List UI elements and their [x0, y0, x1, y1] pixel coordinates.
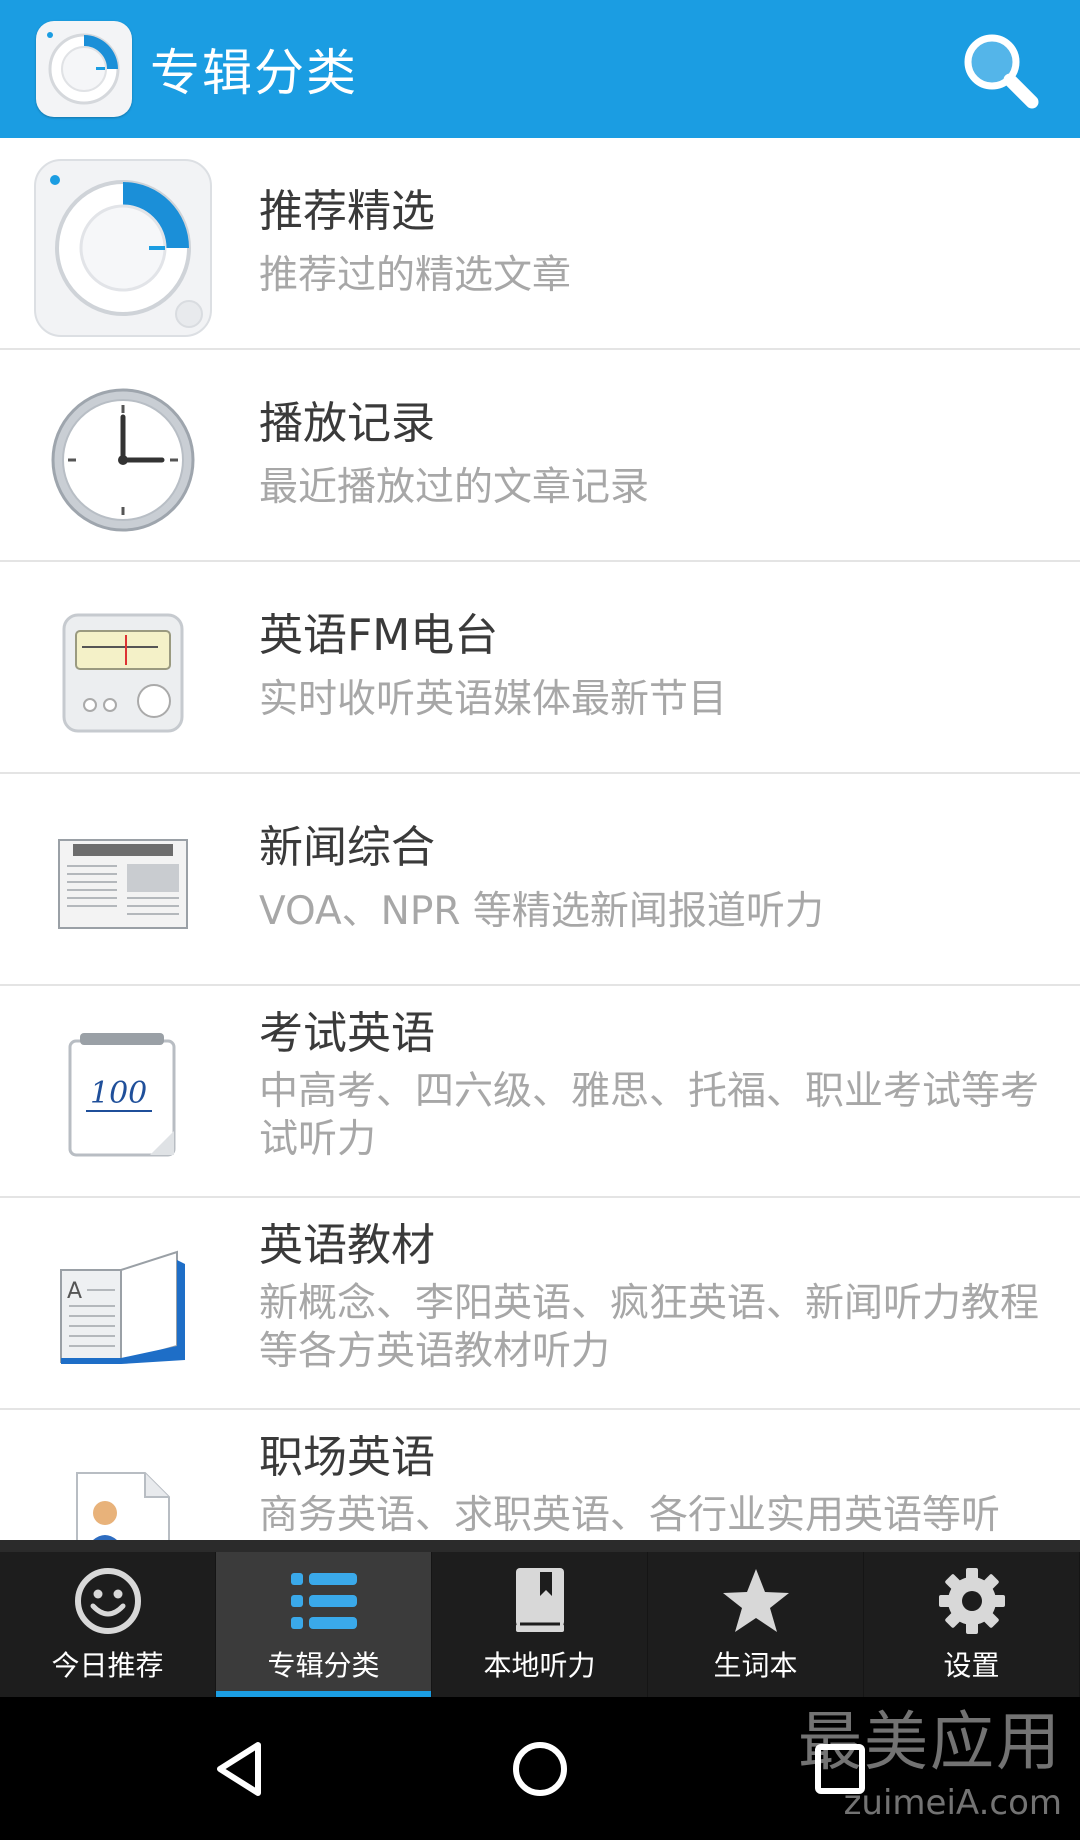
list-item-subtitle: 新概念、李阳英语、疯狂英语、新闻听力教程等各方英语教材听力 — [259, 1281, 1040, 1374]
newspaper-icon — [58, 839, 188, 929]
list-item-history[interactable]: 播放记录 最近播放过的文章记录 — [0, 350, 1080, 562]
list-item-thumb — [33, 582, 213, 762]
resume-icon — [76, 1472, 170, 1540]
list-item-subtitle: 商务英语、求职英语、各行业实用英语等听 — [259, 1493, 1001, 1538]
star-icon — [719, 1564, 793, 1638]
search-button[interactable] — [958, 28, 1044, 114]
tab-local[interactable]: 本地听力 — [432, 1552, 648, 1697]
back-button[interactable] — [190, 1719, 290, 1819]
list-item-fm-radio[interactable]: 英语FM电台 实时收听英语媒体最新节目 — [0, 562, 1080, 774]
tab-label: 本地听力 — [483, 1649, 596, 1682]
list-item-workplace[interactable]: 职场英语 商务英语、求职英语、各行业实用英语等听 — [0, 1410, 1080, 1540]
tab-categories[interactable]: 专辑分类 — [216, 1552, 432, 1697]
radio-icon — [62, 613, 184, 733]
search-icon — [964, 34, 1039, 109]
exam-icon: 100 — [68, 1033, 176, 1157]
list-item-subtitle: 实时收听英语媒体最新节目 — [259, 677, 728, 722]
svg-text:100: 100 — [90, 1076, 147, 1111]
list-item-subtitle: 推荐过的精选文章 — [259, 253, 572, 298]
tab-label: 设置 — [943, 1649, 1000, 1682]
home-icon — [513, 1742, 567, 1796]
list-item-thumb — [33, 158, 213, 338]
clock-icon — [51, 388, 195, 532]
list-item-title: 推荐精选 — [259, 186, 435, 237]
bookmark-icon — [503, 1564, 577, 1638]
list-item-thumb — [33, 370, 213, 550]
app-logo — [36, 21, 132, 117]
dial-icon — [47, 32, 120, 105]
category-list: 推荐精选 推荐过的精选文章 播放记录 最近播放过的文章记录 英语FM电台 实时收… — [0, 138, 1080, 1540]
tab-label: 今日推荐 — [51, 1649, 164, 1682]
tab-label: 生词本 — [713, 1649, 798, 1682]
list-icon — [287, 1564, 361, 1638]
watermark-url: zuimeiA.com — [843, 1783, 1062, 1823]
list-item-title: 考试英语 — [259, 1008, 435, 1059]
list-item-title: 播放记录 — [259, 398, 435, 449]
dial-icon — [34, 159, 212, 337]
list-item-thumb: 100 — [33, 1006, 213, 1186]
list-item-thumb: A — [33, 1218, 213, 1398]
list-item-title: 英语教材 — [259, 1220, 435, 1271]
tab-vocabulary[interactable]: 生词本 — [648, 1552, 864, 1697]
list-item-textbook[interactable]: A 英语教材 新概念、李阳英语、疯狂英语、新闻听力教程等各方英语教材听力 — [0, 1198, 1080, 1410]
book-icon: A — [60, 1250, 185, 1364]
gear-icon — [935, 1564, 1009, 1638]
page-title: 专辑分类 — [150, 44, 358, 102]
watermark: 最美应用 zuimeiA.com — [798, 1703, 1062, 1823]
tab-label: 专辑分类 — [267, 1649, 380, 1682]
list-item-thumb — [33, 794, 213, 974]
system-navigation-bar: 最美应用 zuimeiA.com — [0, 1697, 1080, 1840]
svg-text:A: A — [67, 1279, 82, 1304]
list-item-subtitle: VOA、NPR 等精选新闻报道听力 — [259, 889, 824, 934]
list-item-subtitle: 中高考、四六级、雅思、托福、职业考试等考试听力 — [259, 1069, 1040, 1162]
back-icon — [217, 1742, 261, 1796]
app-bar: 专辑分类 — [0, 0, 1080, 138]
list-item-subtitle: 最近播放过的文章记录 — [259, 465, 650, 510]
list-item-thumb — [33, 1444, 213, 1540]
bottom-navigation: 今日推荐 专辑分类 本地听力 生词本 设置 — [0, 1540, 1080, 1697]
watermark-text: 最美应用 — [798, 1706, 1062, 1780]
tab-settings[interactable]: 设置 — [864, 1552, 1080, 1697]
list-item-recommended[interactable]: 推荐精选 推荐过的精选文章 — [0, 138, 1080, 350]
list-item-news[interactable]: 新闻综合 VOA、NPR 等精选新闻报道听力 — [0, 774, 1080, 986]
tab-today[interactable]: 今日推荐 — [0, 1552, 216, 1697]
smiley-icon — [71, 1564, 145, 1638]
list-item-title: 职场英语 — [259, 1432, 435, 1483]
list-item-title: 新闻综合 — [259, 822, 435, 873]
list-item-title: 英语FM电台 — [259, 610, 499, 661]
home-button[interactable] — [490, 1719, 590, 1819]
list-item-exam[interactable]: 100 考试英语 中高考、四六级、雅思、托福、职业考试等考试听力 — [0, 986, 1080, 1198]
